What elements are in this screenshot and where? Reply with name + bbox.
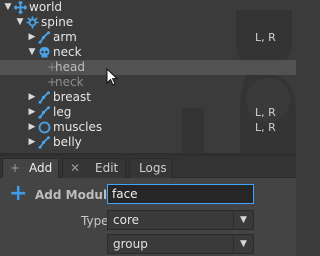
expand-arrow-icon[interactable]: ▼ (3, 0, 13, 15)
module-tree[interactable]: ▼ world ▼ spine ▶ arm L, R ▼ neck + head + neck ▶ brea… (0, 0, 296, 153)
limb-icon (38, 91, 51, 104)
type-select[interactable]: core ▼ (107, 210, 254, 230)
collapse-arrow-icon[interactable]: ▶ (27, 90, 37, 105)
tab-logs-label: Logs (139, 161, 167, 175)
plus-icon: + (10, 161, 21, 175)
tree-item-label: breast (53, 90, 91, 104)
world-icon (14, 1, 27, 14)
limb-icon (38, 106, 51, 119)
tree-item-label: arm (53, 30, 77, 44)
tab-bar: + Add ✕ Edit Logs (0, 156, 296, 179)
add-module-plus-icon[interactable]: + (9, 183, 27, 205)
tree-item-neck[interactable]: ▼ neck (0, 45, 296, 60)
add-module-label: Add Module (35, 188, 116, 202)
tree-item-world[interactable]: ▼ world (0, 0, 296, 15)
expand-arrow-icon[interactable]: ▼ (15, 15, 25, 30)
tree-item-muscles[interactable]: ▶ muscles L, R (0, 120, 296, 135)
tree-item-label: muscles (53, 120, 103, 134)
tree-item-label: spine (41, 15, 74, 29)
tree-item-breast[interactable]: ▶ breast (0, 90, 296, 105)
collapse-arrow-icon[interactable]: ▶ (27, 135, 37, 150)
tools-icon: ✕ (70, 161, 81, 175)
tree-item-spine[interactable]: ▼ spine (0, 15, 296, 30)
limb-icon (38, 31, 51, 44)
tree-item-arm[interactable]: ▶ arm L, R (0, 30, 296, 45)
tab-logs[interactable]: Logs (129, 158, 172, 178)
group-select-value: group (113, 237, 148, 251)
tree-item-label: world (29, 0, 63, 14)
limb-icon (38, 136, 51, 149)
collapse-arrow-icon[interactable]: ▶ (27, 105, 37, 120)
tab-edit[interactable]: ✕ Edit (62, 158, 126, 178)
collapse-arrow-icon[interactable]: ▶ (27, 30, 37, 45)
tree-item-leg[interactable]: ▶ leg L, R (0, 105, 296, 120)
spine-icon (26, 16, 39, 29)
tree-item-label: leg (53, 105, 72, 119)
tree-item-sides: L, R (255, 106, 276, 119)
tab-add-label: Add (29, 161, 53, 175)
tree-item-label: belly (53, 135, 82, 149)
tree-item-neck[interactable]: + neck (0, 75, 296, 90)
skull-icon (38, 46, 51, 59)
tab-edit-label: Edit (95, 161, 119, 175)
tree-item-belly[interactable]: ▶ belly (0, 135, 296, 150)
mouse-cursor-icon (106, 68, 118, 86)
chevron-down-icon[interactable]: ▼ (233, 235, 253, 253)
tree-item-label: neck (55, 75, 84, 89)
tree-item-sides: L, R (255, 31, 276, 44)
collapse-arrow-icon[interactable]: ▶ (27, 120, 37, 135)
group-select[interactable]: group ▼ (107, 234, 254, 254)
expand-arrow-icon[interactable]: ▼ (27, 45, 37, 60)
tab-add[interactable]: + Add (2, 158, 59, 179)
module-name-input[interactable] (107, 184, 254, 204)
tree-item-sides: L, R (255, 121, 276, 134)
type-label: Type (81, 214, 109, 228)
type-select-value: core (113, 213, 139, 227)
add-module-panel: + Add Module Type core ▼ group ▼ (0, 178, 296, 256)
tree-item-label: head (55, 60, 85, 74)
circle-icon (38, 121, 51, 134)
tree-item-head[interactable]: + head (0, 60, 296, 75)
tree-item-label: neck (53, 45, 82, 59)
chevron-down-icon[interactable]: ▼ (233, 211, 253, 229)
